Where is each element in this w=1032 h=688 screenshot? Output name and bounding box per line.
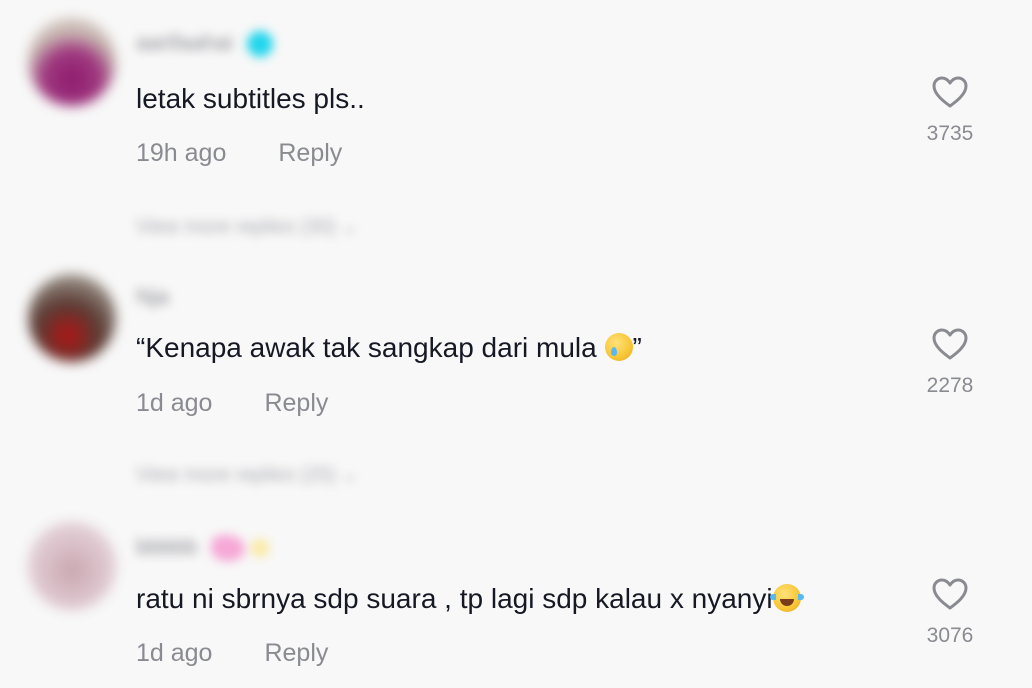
comment-text: ratu ni sbrnya sdp suara , tp lagi sdp k… (136, 582, 804, 616)
view-replies-button[interactable]: View more replies (30) ⌄ (136, 214, 358, 238)
comment-timestamp: 1d ago (136, 389, 213, 417)
like-count: 3076 (926, 624, 974, 647)
view-replies-button[interactable]: View more replies (25) ⌄ (136, 462, 358, 486)
sparkle-emoji-icon (251, 539, 270, 558)
tears-of-joy-emoji-icon (769, 584, 804, 612)
comment-timestamp: 19h ago (136, 139, 227, 167)
verified-badge-icon (246, 31, 273, 58)
comment-meta: 19h ago Reply (136, 139, 342, 168)
crying-face-emoji-icon (604, 333, 633, 361)
comment-timestamp: 1d ago (136, 639, 213, 667)
comment-username[interactable]: bbbbb (136, 534, 270, 562)
avatar[interactable] (28, 522, 116, 610)
heart-outline-icon (932, 328, 968, 360)
heart-outline-icon (932, 76, 968, 108)
reply-button[interactable]: Reply (278, 139, 342, 167)
comment-meta: 1d ago Reply (136, 389, 328, 418)
like-count: 3735 (926, 122, 974, 145)
like-button[interactable]: 2278 (920, 328, 980, 398)
comment-username[interactable]: aarifaahai (136, 30, 273, 58)
like-button[interactable]: 3735 (920, 76, 980, 146)
heart-outline-icon (932, 578, 968, 610)
heart-emoji-icon (211, 535, 246, 562)
reply-button[interactable]: Reply (264, 389, 328, 417)
avatar[interactable] (28, 18, 116, 106)
reply-button[interactable]: Reply (264, 639, 328, 667)
comment-text: letak subtitles pls.. (136, 83, 365, 114)
avatar[interactable] (28, 274, 116, 362)
like-count: 2278 (926, 374, 974, 397)
comment-username[interactable]: Nja (136, 284, 169, 312)
comment-text: “Kenapa awak tak sangkap dari mula ” (136, 332, 642, 363)
comment-meta: 1d ago Reply (136, 639, 328, 668)
like-button[interactable]: 3076 (920, 578, 980, 648)
